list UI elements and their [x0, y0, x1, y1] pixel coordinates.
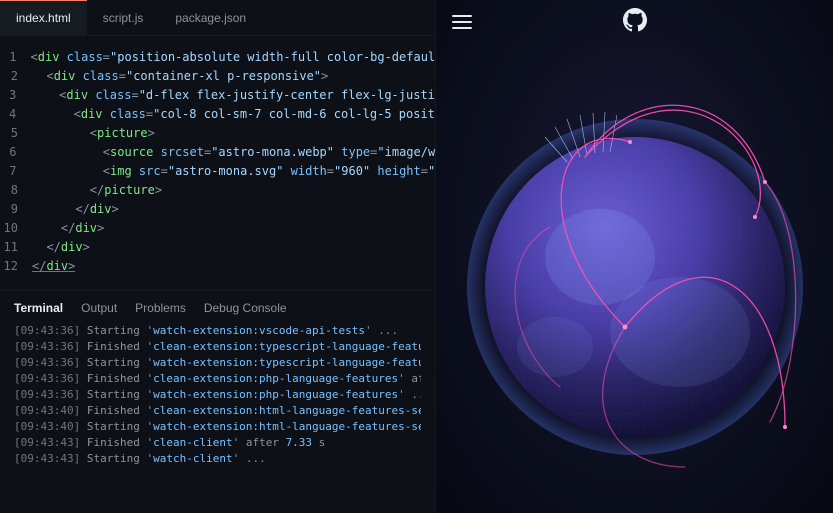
- panel-tab[interactable]: Debug Console: [204, 301, 287, 315]
- code-text: </div>: [32, 238, 90, 257]
- line-number: 4: [0, 105, 30, 124]
- terminal-line: [09:43:40] Starting 'watch-extension:htm…: [14, 419, 421, 435]
- code-text: <div class="d-flex flex-justify-center f…: [30, 86, 435, 105]
- terminal-line: [09:43:36] Finished 'clean-extension:php…: [14, 371, 421, 387]
- preview-header: [436, 0, 833, 44]
- terminal-line: [09:43:43] Finished 'clean-client' after…: [14, 435, 421, 451]
- line-number: 10: [0, 219, 32, 238]
- line-number: 8: [0, 181, 32, 200]
- editor-tab[interactable]: script.js: [87, 0, 160, 35]
- github-logo-icon[interactable]: [623, 8, 647, 37]
- line-number: 2: [0, 67, 32, 86]
- line-number: 6: [0, 143, 31, 162]
- code-line[interactable]: 2 <div class="container-xl p-responsive"…: [0, 67, 435, 86]
- editor-pane: index.htmlscript.jspackage.json 1<div cl…: [0, 0, 436, 513]
- code-line[interactable]: 3 <div class="d-flex flex-justify-center…: [0, 86, 435, 105]
- line-number: 12: [0, 257, 32, 276]
- editor-tab[interactable]: package.json: [159, 0, 262, 35]
- line-number: 9: [0, 200, 32, 219]
- code-text: <div class="position-absolute width-full…: [31, 48, 435, 67]
- code-editor[interactable]: 1<div class="position-absolute width-ful…: [0, 36, 435, 290]
- editor-tabs: index.htmlscript.jspackage.json: [0, 0, 435, 36]
- editor-tab[interactable]: index.html: [0, 0, 87, 35]
- line-number: 1: [0, 48, 31, 67]
- code-text: </div>: [32, 219, 104, 238]
- hamburger-menu-icon[interactable]: [452, 15, 472, 29]
- code-line[interactable]: 4 <div class="col-8 col-sm-7 col-md-6 co…: [0, 105, 435, 124]
- code-line[interactable]: 12</div>: [0, 257, 435, 276]
- code-text: <picture>: [32, 124, 155, 143]
- terminal-line: [09:43:40] Finished 'clean-extension:htm…: [14, 403, 421, 419]
- panel-tab[interactable]: Problems: [135, 301, 186, 315]
- code-line[interactable]: 7 <img src="astro-mona.svg" width="960" …: [0, 162, 435, 181]
- panel-tabs: Terminal Output Problems Debug Console: [0, 290, 435, 323]
- terminal-output[interactable]: [09:43:36] Starting 'watch-extension:vsc…: [0, 323, 435, 477]
- code-text: <img src="astro-mona.svg" width="960" he…: [31, 162, 435, 181]
- code-line[interactable]: 10 </div>: [0, 219, 435, 238]
- code-text: <div class="col-8 col-sm-7 col-md-6 col-…: [30, 105, 435, 124]
- terminal-line: [09:43:36] Starting 'watch-extension:typ…: [14, 355, 421, 371]
- code-line[interactable]: 1<div class="position-absolute width-ful…: [0, 48, 435, 67]
- terminal-line: [09:43:36] Starting 'watch-extension:php…: [14, 387, 421, 403]
- line-number: 7: [0, 162, 31, 181]
- code-text: <div class="container-xl p-responsive">: [32, 67, 328, 86]
- code-line[interactable]: 5 <picture>: [0, 124, 435, 143]
- code-line[interactable]: 11 </div>: [0, 238, 435, 257]
- panel-tab[interactable]: Output: [81, 301, 117, 315]
- globe-visual: [436, 0, 833, 513]
- code-text: </div>: [32, 200, 119, 219]
- code-line[interactable]: 8 </picture>: [0, 181, 435, 200]
- terminal-line: [09:43:36] Finished 'clean-extension:typ…: [14, 339, 421, 355]
- panel-tab[interactable]: Terminal: [14, 301, 63, 315]
- terminal-line: [09:43:43] Starting 'watch-client' ...: [14, 451, 421, 467]
- terminal-line: [09:43:36] Starting 'watch-extension:vsc…: [14, 323, 421, 339]
- preview-pane: [436, 0, 833, 513]
- line-number: 11: [0, 238, 32, 257]
- line-number: 5: [0, 124, 32, 143]
- code-text: <source srcset="astro-mona.webp" type="i…: [31, 143, 435, 162]
- code-line[interactable]: 6 <source srcset="astro-mona.webp" type=…: [0, 143, 435, 162]
- code-line[interactable]: 9 </div>: [0, 200, 435, 219]
- line-number: 3: [0, 86, 30, 105]
- code-text: </div>: [32, 257, 75, 276]
- code-text: </picture>: [32, 181, 162, 200]
- app-root: index.htmlscript.jspackage.json 1<div cl…: [0, 0, 833, 513]
